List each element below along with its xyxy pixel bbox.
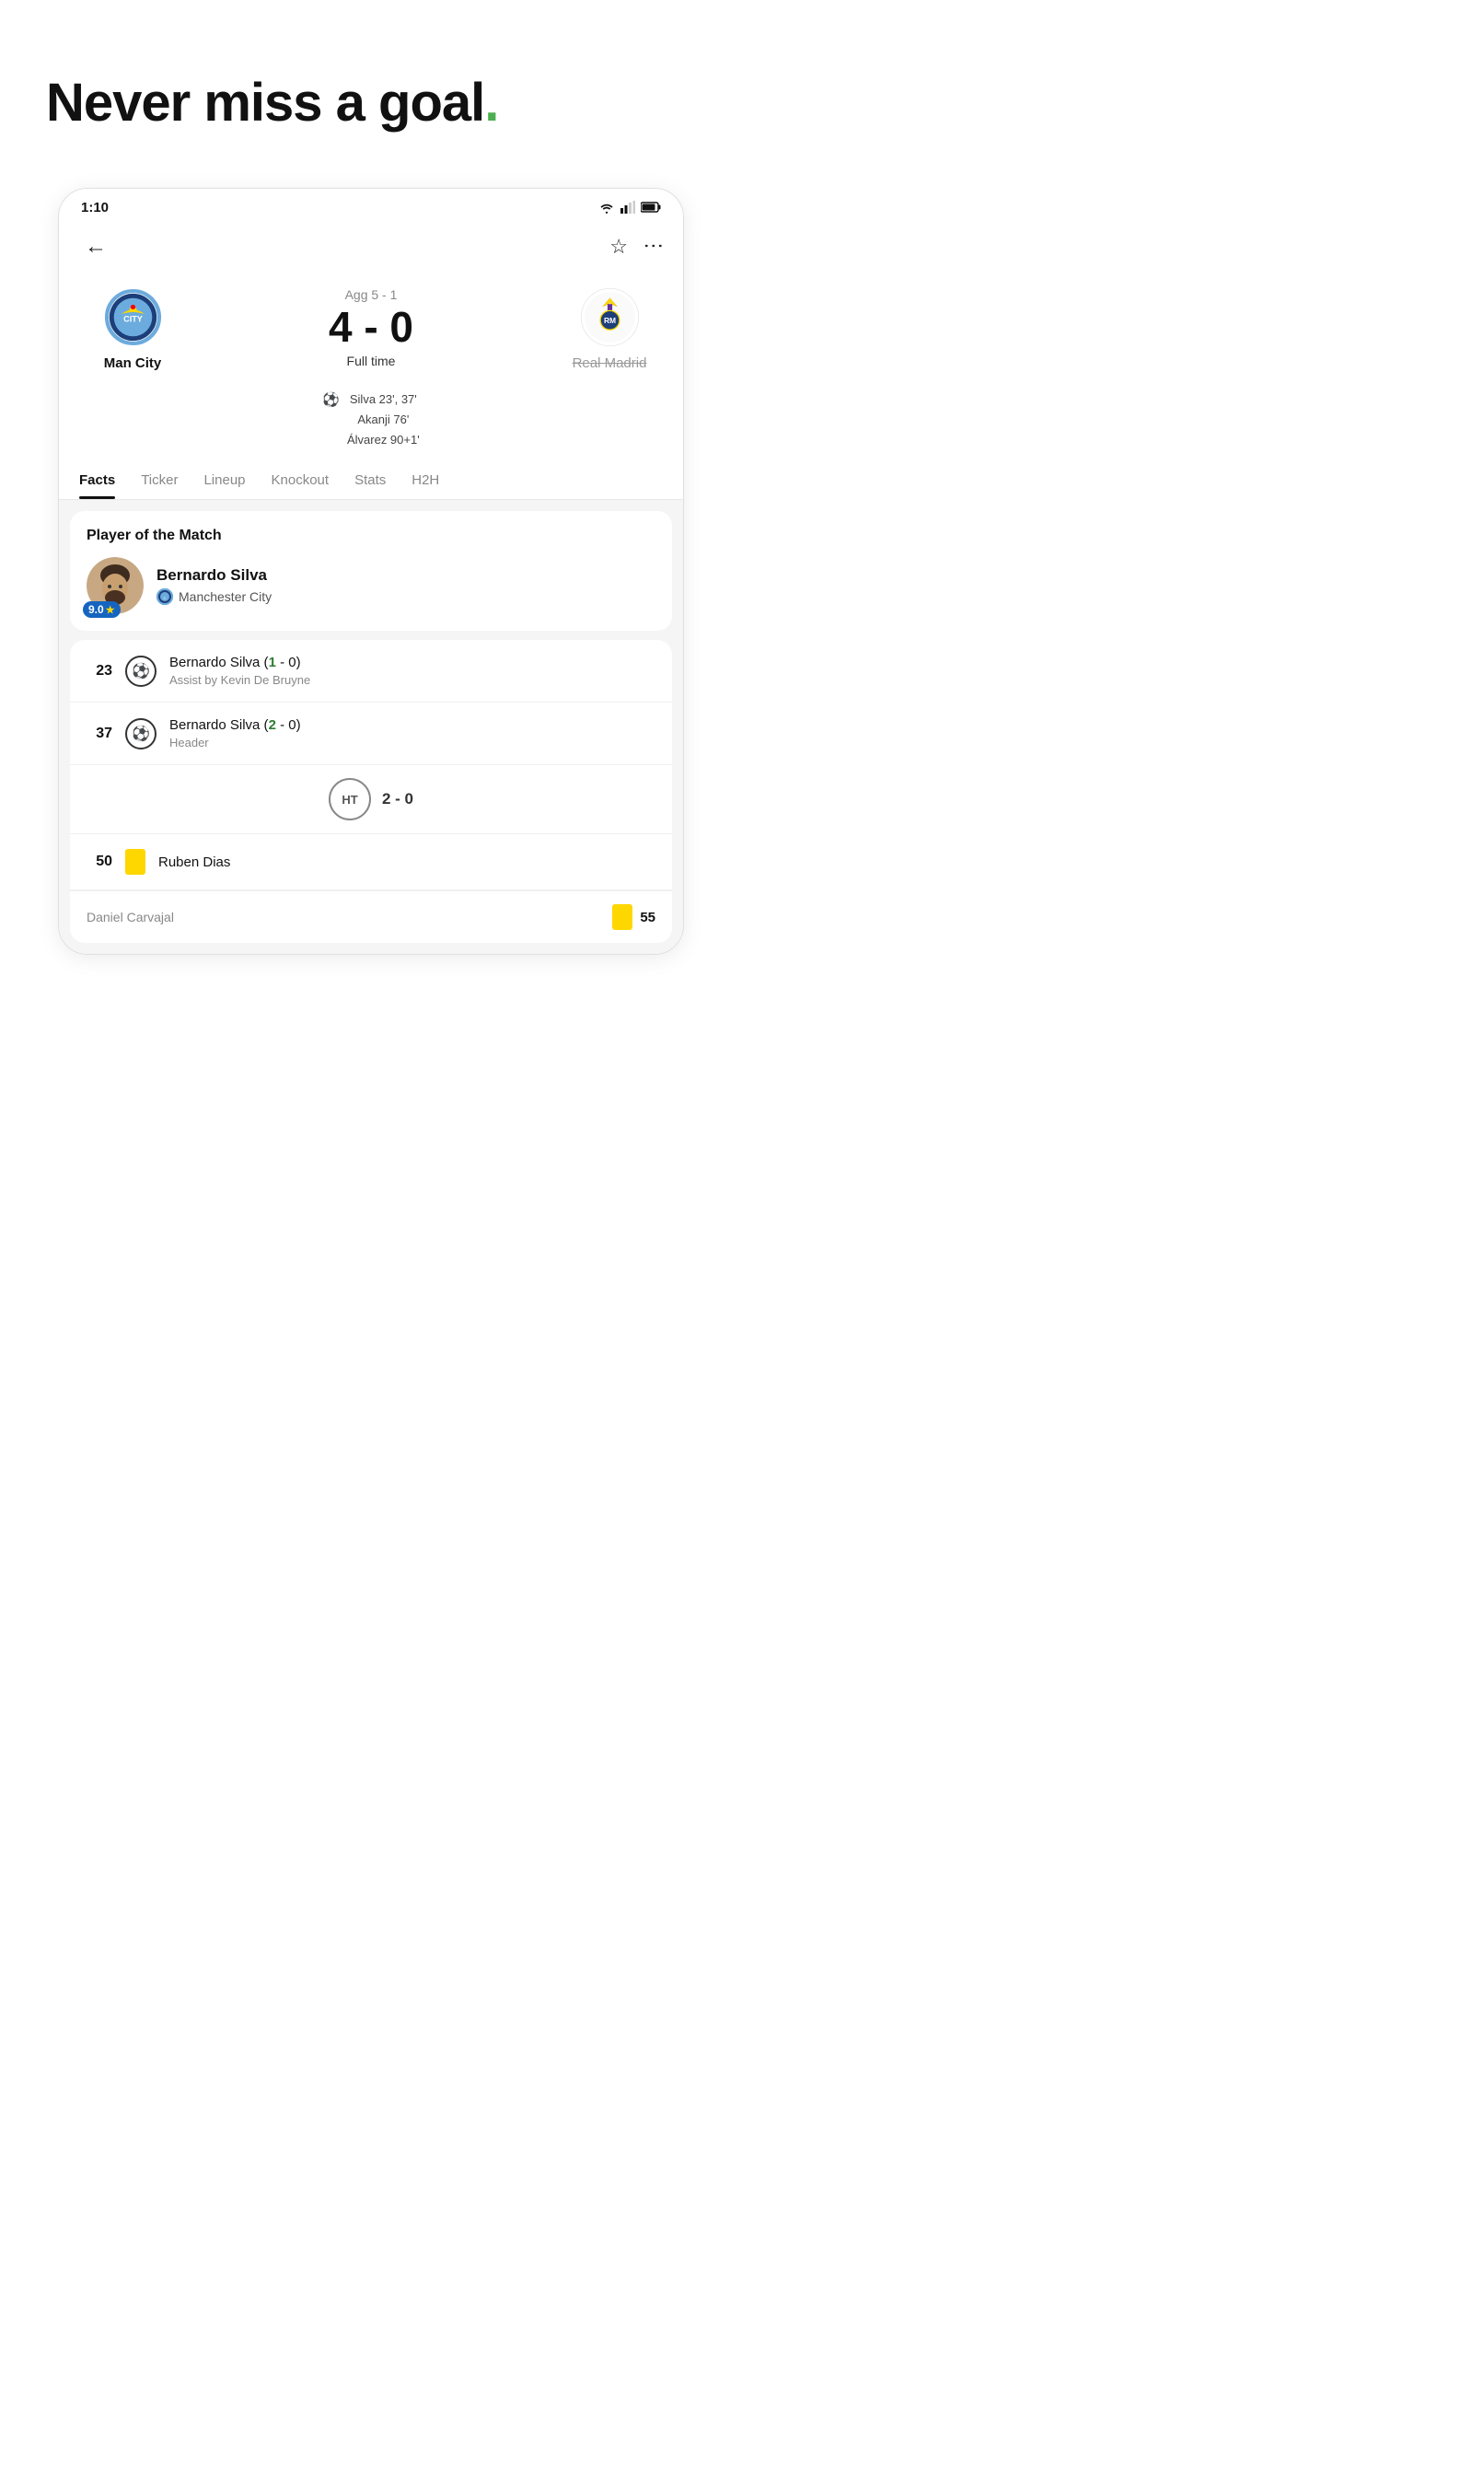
event-minute: 50	[87, 854, 112, 870]
event-details: Bernardo Silva (1 - 0) Assist by Kevin D…	[169, 655, 310, 687]
player-info: Bernardo Silva C Manchester City	[157, 566, 272, 605]
tab-lineup[interactable]: Lineup	[191, 459, 258, 499]
tabs-row: Facts Ticker Lineup Knockout Stats H2H	[59, 459, 683, 500]
event-row: 23 ⚽ Bernardo Silva (1 - 0) Assist by Ke…	[70, 640, 672, 703]
tab-ticker[interactable]: Ticker	[128, 459, 191, 499]
rating-value: 9.0	[88, 603, 104, 616]
event-details: Bernardo Silva (2 - 0) Header	[169, 717, 301, 749]
partial-right: 55	[612, 904, 655, 930]
event-minute: 23	[87, 663, 112, 680]
away-team-logo: RM	[577, 285, 642, 350]
back-button[interactable]: ←	[77, 230, 114, 263]
goal-icon: ⚽	[125, 656, 157, 687]
aggregate-score: Agg 5 - 1	[345, 287, 398, 302]
event-minute: 37	[87, 726, 112, 742]
match-header: CITY Man City Agg 5 - 1 4 - 0 Full time	[59, 271, 683, 380]
event-details: Ruben Dias	[158, 854, 230, 870]
scorers-text: Silva 23', 37' Akanji 76' Álvarez 90+1'	[347, 389, 420, 450]
home-team: CITY Man City	[77, 285, 188, 371]
hero-title: Never miss a goal.	[46, 74, 696, 133]
goal-icon: ⚽	[125, 718, 157, 749]
svg-text:CITY: CITY	[123, 315, 143, 324]
event-assist: Assist by Kevin De Bruyne	[169, 673, 310, 687]
event-player: Bernardo Silva (1 - 0)	[169, 655, 310, 670]
ht-separator: HT 2 - 0	[70, 765, 672, 834]
tab-stats[interactable]: Stats	[342, 459, 399, 499]
event-row-partial: Daniel Carvajal 55	[70, 890, 672, 943]
svg-text:RM: RM	[603, 316, 615, 325]
potm-player: 9.0 ★ Bernardo Silva	[87, 557, 655, 614]
phone-mockup: 1:10	[58, 188, 684, 955]
event-row: 50 Ruben Dias	[70, 834, 672, 890]
potm-title: Player of the Match	[87, 528, 655, 544]
wifi-icon	[598, 201, 615, 214]
rating-badge: 9.0 ★	[83, 601, 121, 618]
player-team: C Manchester City	[157, 588, 272, 605]
tab-h2h[interactable]: H2H	[399, 459, 452, 499]
battery-icon	[641, 202, 661, 213]
tab-knockout[interactable]: Knockout	[259, 459, 342, 499]
home-team-name: Man City	[104, 355, 162, 371]
yellow-card-icon	[125, 849, 145, 875]
match-status: Full time	[347, 354, 396, 368]
score-center: Agg 5 - 1 4 - 0 Full time	[188, 287, 554, 368]
signal-icon	[620, 201, 635, 214]
event-player: Bernardo Silva (2 - 0)	[169, 717, 301, 733]
star-button[interactable]: ☆	[609, 235, 628, 259]
ht-score: 2 - 0	[382, 790, 413, 808]
nav-actions: ☆ ⋮	[609, 235, 665, 259]
tab-facts[interactable]: Facts	[66, 459, 128, 499]
yellow-card-icon-right	[612, 904, 632, 930]
player-team-badge: C	[157, 588, 173, 605]
event-player: Ruben Dias	[158, 854, 230, 870]
top-nav: ← ☆ ⋮	[59, 223, 683, 271]
hero-title-text: Never miss a goal	[46, 73, 484, 133]
away-team: RM Real Madrid	[554, 285, 665, 371]
main-score: 4 - 0	[329, 306, 413, 348]
status-icons	[598, 201, 661, 214]
hero-section: Never miss a goal.	[0, 0, 742, 169]
player-team-name: Manchester City	[179, 589, 272, 604]
event-assist: Header	[169, 736, 301, 749]
status-time: 1:10	[81, 200, 109, 215]
goal-scorers: ⚽ Silva 23', 37' Akanji 76' Álvarez 90+1…	[59, 380, 683, 459]
ht-badge: HT	[329, 778, 371, 820]
content-area: Player of the Match	[59, 500, 683, 954]
menu-button[interactable]: ⋮	[642, 236, 666, 258]
hero-dot: .	[484, 73, 498, 133]
player-avatar-wrapper: 9.0 ★	[87, 557, 144, 614]
home-team-logo: CITY	[100, 285, 165, 350]
status-bar: 1:10	[59, 189, 683, 223]
events-card: 23 ⚽ Bernardo Silva (1 - 0) Assist by Ke…	[70, 640, 672, 943]
teams-row: CITY Man City Agg 5 - 1 4 - 0 Full time	[77, 285, 665, 371]
partial-left: Daniel Carvajal	[87, 910, 599, 924]
phone-mockup-wrapper: 1:10	[0, 169, 742, 992]
partial-minute: 55	[640, 910, 655, 925]
svg-text:C: C	[164, 596, 167, 600]
potm-card: Player of the Match	[70, 511, 672, 631]
away-team-name: Real Madrid	[573, 355, 647, 371]
partial-player: Daniel Carvajal	[87, 910, 174, 924]
event-row: 37 ⚽ Bernardo Silva (2 - 0) Header	[70, 703, 672, 765]
rating-star-icon: ★	[106, 604, 115, 616]
soccer-ball-icon: ⚽	[322, 391, 340, 408]
player-name: Bernardo Silva	[157, 566, 272, 585]
